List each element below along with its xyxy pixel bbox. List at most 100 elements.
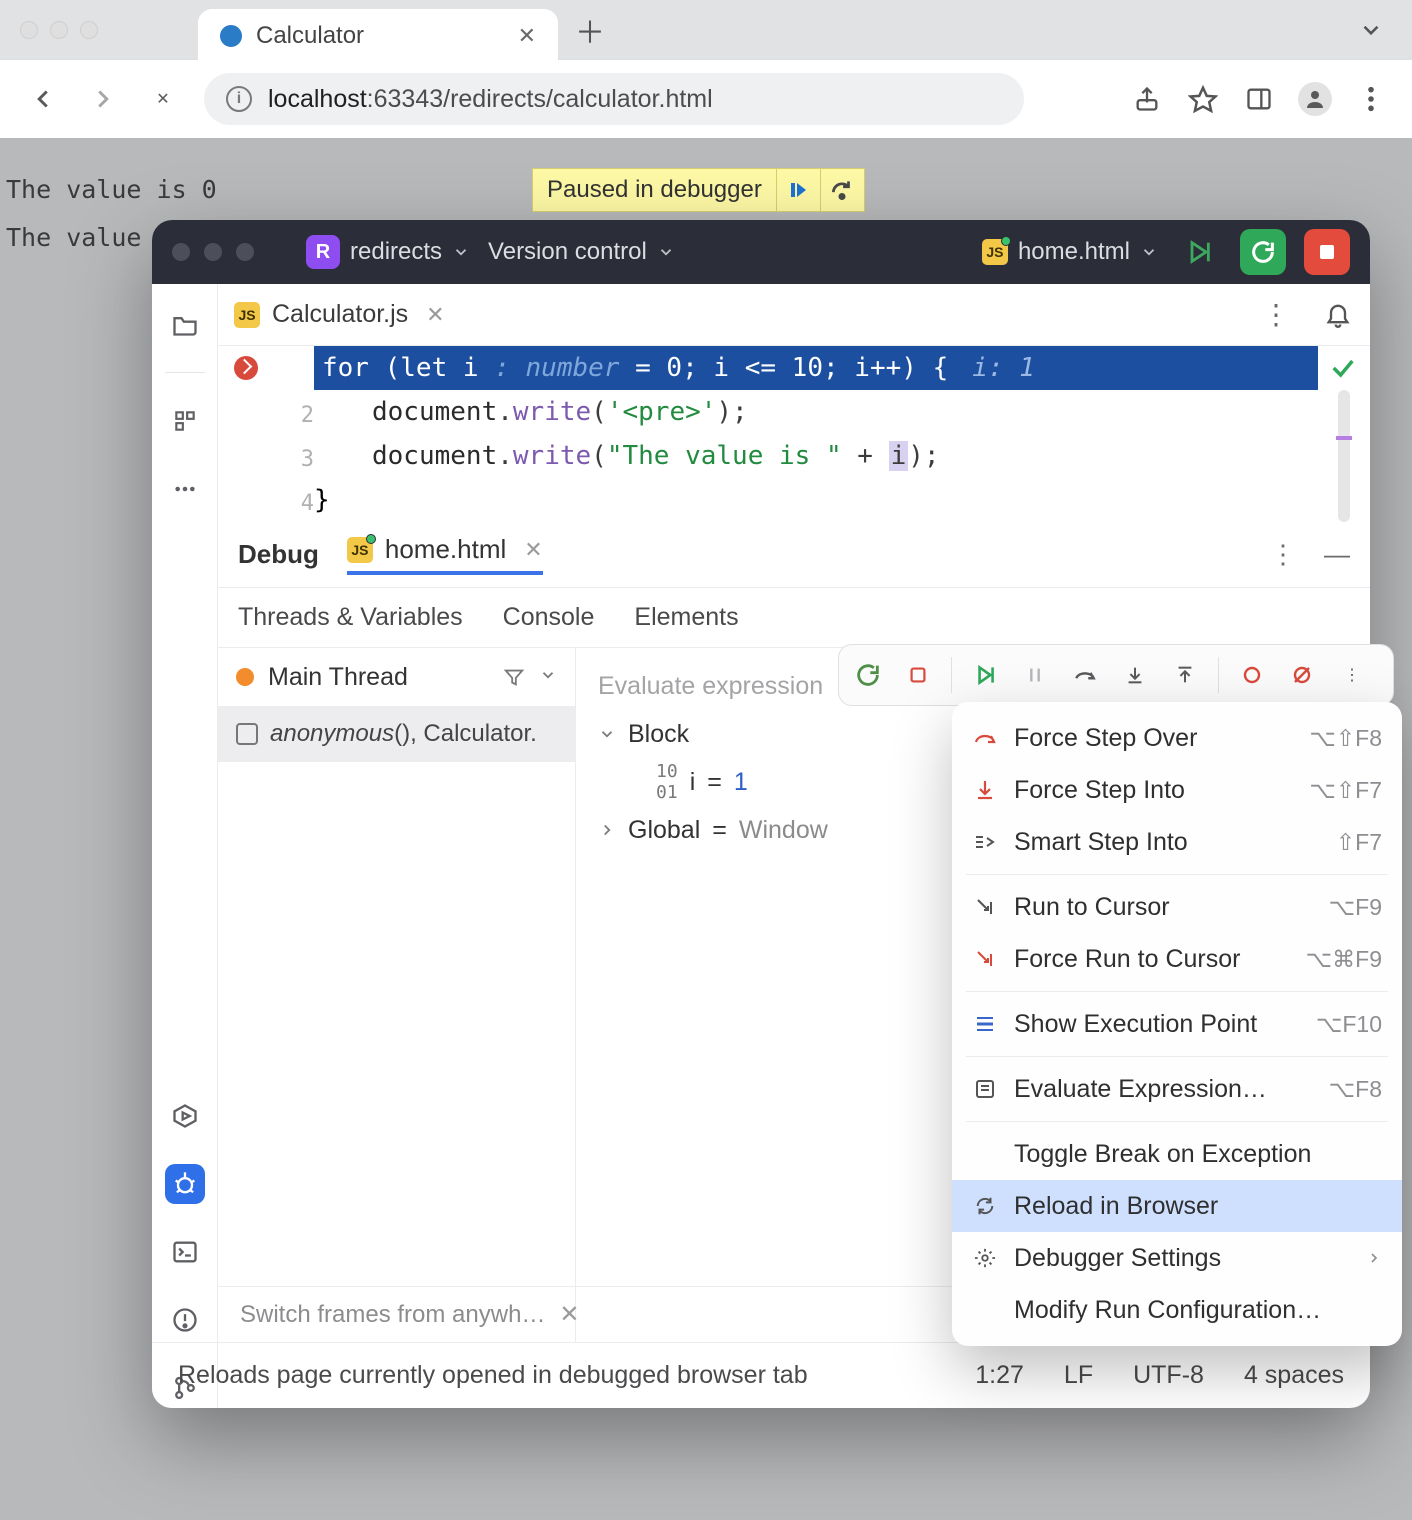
traffic-max-icon[interactable] [80, 21, 98, 39]
menu-shortcut: ⇧F7 [1336, 829, 1382, 856]
reload-button[interactable]: ✕ [144, 80, 182, 118]
menu-run-to-cursor[interactable]: Run to Cursor⌥F9 [952, 881, 1402, 933]
scrollbar[interactable] [1338, 390, 1350, 522]
editor-tab-calculator-js[interactable]: JS Calculator.js ✕ [234, 300, 445, 329]
view-breakpoints-icon[interactable] [1235, 658, 1269, 692]
menu-evaluate-expression[interactable]: Evaluate Expression…⌥F8 [952, 1063, 1402, 1115]
profile-avatar-icon[interactable] [1298, 82, 1332, 116]
more-tools-icon[interactable] [165, 469, 205, 509]
subtab-console[interactable]: Console [503, 603, 595, 632]
terminal-tool-icon[interactable] [165, 1232, 205, 1272]
structure-tool-icon[interactable] [165, 401, 205, 441]
ide-max-icon[interactable] [236, 243, 254, 261]
debug-tool-icon[interactable] [165, 1164, 205, 1204]
caret-position[interactable]: 1:27 [975, 1361, 1024, 1390]
gear-icon [972, 1247, 998, 1269]
rerun-button[interactable] [1240, 229, 1286, 275]
editor-tab-menu-icon[interactable]: ⋮ [1262, 298, 1290, 331]
share-icon[interactable] [1130, 82, 1164, 116]
stop-debug-icon[interactable] [901, 658, 935, 692]
code-editor[interactable]: 2 3 4 for (let i : number = 0; i <= 10; … [218, 346, 1370, 522]
chevron-down-icon [598, 725, 616, 743]
menu-debugger-settings[interactable]: Debugger Settings [952, 1232, 1402, 1284]
editor-tab-label: Calculator.js [272, 300, 408, 329]
ide-close-icon[interactable] [172, 243, 190, 261]
step-over-icon[interactable] [1068, 658, 1102, 692]
menu-shortcut: ⌥⇧F8 [1309, 725, 1382, 752]
bookmark-star-icon[interactable] [1186, 82, 1220, 116]
forward-button[interactable] [84, 80, 122, 118]
menu-reload-in-browser[interactable]: Reload in Browser [952, 1180, 1402, 1232]
rerun-debug-icon[interactable] [851, 658, 885, 692]
close-hint-icon[interactable]: ✕ [559, 1300, 579, 1329]
var-name: i [690, 768, 696, 797]
run-config-name: home.html [1018, 238, 1130, 266]
mute-breakpoints-icon[interactable] [1285, 658, 1319, 692]
close-tab-icon[interactable]: ✕ [518, 23, 536, 49]
pause-program-icon[interactable] [1018, 658, 1052, 692]
editor-tab-bar: JS Calculator.js ✕ ⋮ [218, 284, 1370, 346]
inspections-ok-icon[interactable] [1329, 354, 1359, 384]
favicon-icon [220, 25, 242, 47]
stack-frame-row[interactable]: anonymous(), Calculator. [218, 706, 575, 762]
sidepanel-icon[interactable] [1242, 82, 1276, 116]
browser-menu-icon[interactable] [1354, 82, 1388, 116]
new-tab-button[interactable]: ＋ [568, 8, 612, 52]
chevron-down-icon[interactable] [539, 666, 557, 688]
menu-force-step-into[interactable]: Force Step Into⌥⇧F7 [952, 764, 1402, 816]
editor-area: JS Calculator.js ✕ ⋮ 2 3 4 for (let i : … [218, 284, 1370, 522]
run-button[interactable] [1176, 229, 1222, 275]
indent-setting[interactable]: 4 spaces [1244, 1361, 1344, 1390]
step-into-icon[interactable] [1118, 658, 1152, 692]
address-field[interactable]: i localhost:63343/redirects/calculator.h… [204, 73, 1024, 125]
menu-show-execution-point[interactable]: Show Execution Point⌥F10 [952, 998, 1402, 1050]
menu-shortcut: ⌥F8 [1329, 1076, 1382, 1103]
traffic-close-icon[interactable] [20, 21, 38, 39]
gutter: 2 3 4 [218, 346, 314, 522]
stop-button[interactable] [1304, 229, 1350, 275]
vcs-dropdown[interactable]: Version control [488, 238, 675, 266]
project-tool-icon[interactable] [165, 304, 205, 344]
debug-session-tab[interactable]: JS home.html ✕ [347, 534, 543, 575]
file-encoding[interactable]: UTF-8 [1133, 1361, 1204, 1390]
menu-force-step-over[interactable]: Force Step Over⌥⇧F8 [952, 712, 1402, 764]
menu-smart-step-into[interactable]: Smart Step Into⇧F7 [952, 816, 1402, 868]
close-editor-tab-icon[interactable]: ✕ [426, 302, 444, 328]
debug-more-actions-icon[interactable]: ⋮ [1335, 658, 1369, 692]
menu-shortcut: ⌥⌘F9 [1306, 946, 1382, 973]
close-debug-tab-icon[interactable]: ✕ [524, 537, 542, 563]
resume-script-button[interactable] [776, 168, 820, 212]
ide-window-controls [172, 243, 254, 261]
back-button[interactable] [24, 80, 62, 118]
run-config-selector[interactable]: JS home.html [982, 238, 1158, 266]
step-over-button[interactable] [820, 168, 864, 212]
step-out-icon[interactable] [1168, 658, 1202, 692]
ide-min-icon[interactable] [204, 243, 222, 261]
thread-row[interactable]: Main Thread [218, 648, 575, 706]
menu-force-run-to-cursor[interactable]: Force Run to Cursor⌥⌘F9 [952, 933, 1402, 985]
traffic-min-icon[interactable] [50, 21, 68, 39]
filter-icon[interactable] [503, 666, 525, 688]
project-selector[interactable]: R redirects [306, 235, 470, 269]
js-file-icon: JS [234, 302, 260, 328]
menu-toggle-break-on-exception[interactable]: Toggle Break on Exception [952, 1128, 1402, 1180]
subtab-threads-variables[interactable]: Threads & Variables [238, 603, 463, 632]
services-tool-icon[interactable] [165, 1096, 205, 1136]
problems-tool-icon[interactable] [165, 1300, 205, 1340]
minimize-panel-icon[interactable]: — [1324, 539, 1350, 570]
breakpoint-icon[interactable] [234, 356, 258, 380]
code-body: for (let i : number = 0; i <= 10; i++) {… [314, 346, 1318, 522]
var-value: 1 [734, 768, 748, 797]
run-to-cursor-icon [972, 896, 998, 918]
subtab-elements[interactable]: Elements [634, 603, 738, 632]
url-host: localhost:63343/redirects/calculator.htm… [268, 85, 713, 114]
debug-panel-menu-icon[interactable]: ⋮ [1270, 539, 1296, 570]
site-info-icon[interactable]: i [226, 86, 252, 112]
resume-program-icon[interactable] [968, 658, 1002, 692]
menu-shortcut: ⌥F9 [1329, 894, 1382, 921]
menu-modify-run-configuration[interactable]: Modify Run Configuration… [952, 1284, 1402, 1336]
browser-tab-calculator[interactable]: Calculator ✕ [198, 9, 558, 63]
notifications-icon[interactable] [1324, 300, 1354, 330]
tab-overflow-icon[interactable] [1358, 17, 1384, 43]
line-separator[interactable]: LF [1064, 1361, 1093, 1390]
